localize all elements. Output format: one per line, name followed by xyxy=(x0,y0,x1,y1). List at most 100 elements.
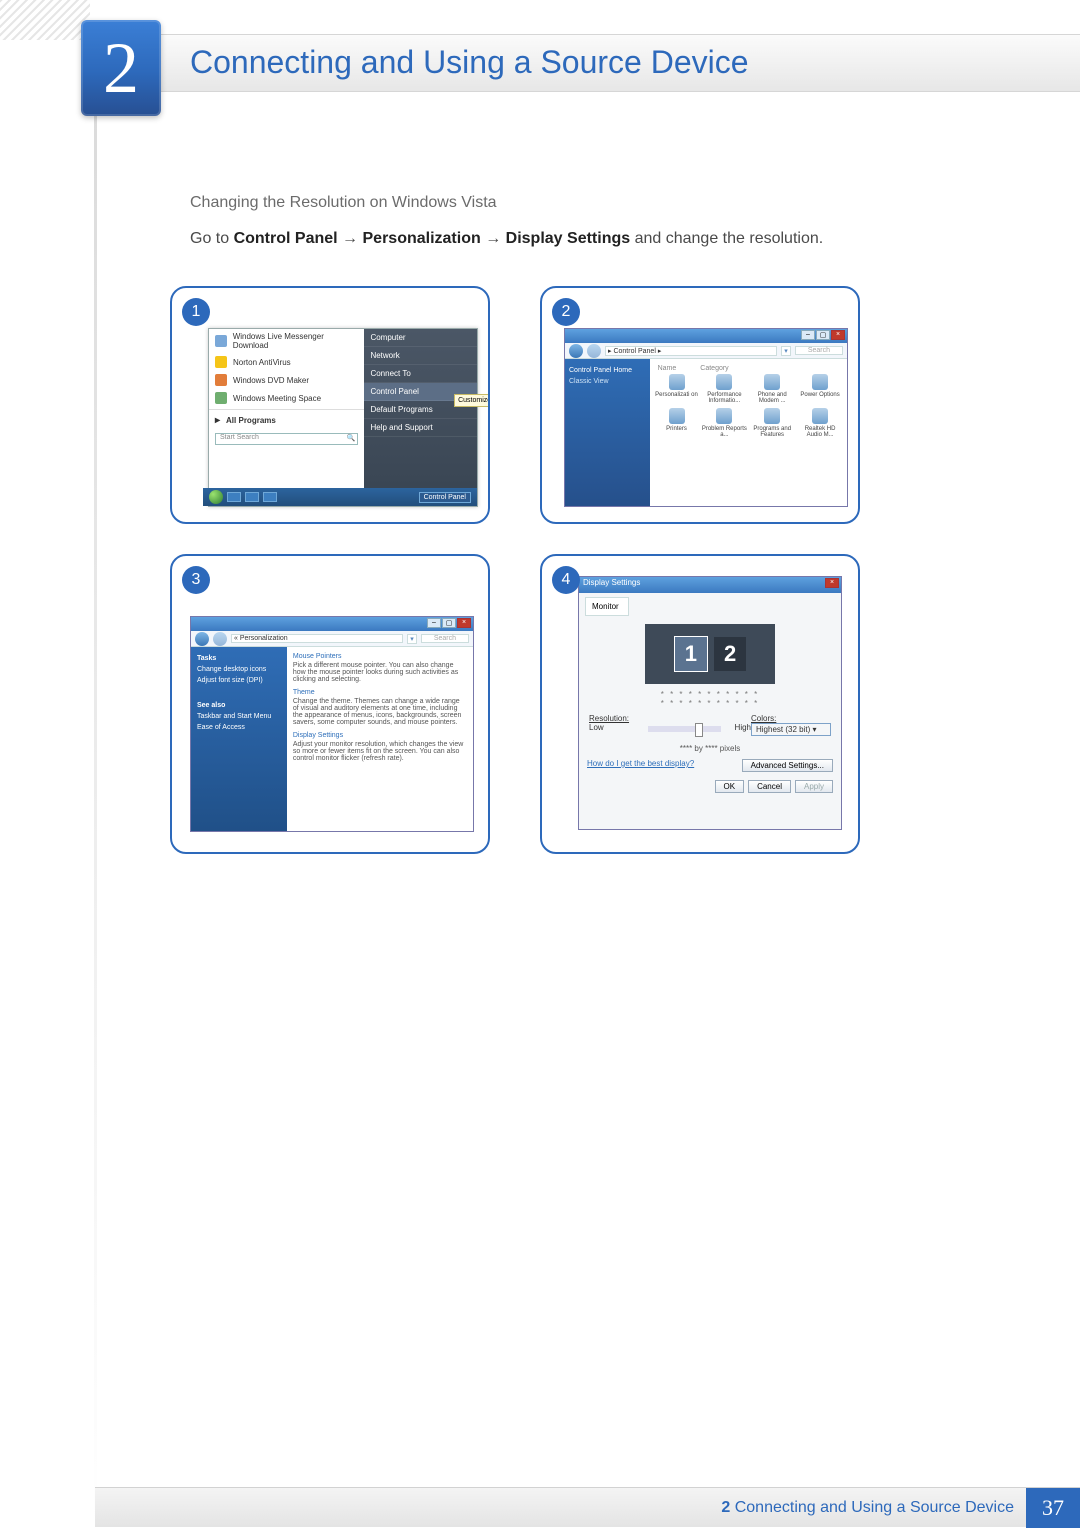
minimize-icon: – xyxy=(427,618,441,628)
app-icon xyxy=(215,356,227,368)
sidebar-heading: See also xyxy=(197,700,281,711)
body-text: Changing the Resolution on Windows Vista… xyxy=(190,190,960,251)
step-3-tile: 3 –▢× « Personalization ▾ Search Tasks C… xyxy=(170,554,490,854)
all-programs: ▸All Programs xyxy=(209,412,364,429)
step-2-tile: 2 –▢× ▸ Control Panel ▸ ▾ Search Control… xyxy=(540,286,860,524)
window-titlebar: –▢× xyxy=(565,329,847,343)
instruction-line: Go to Control Panel → Personalization → … xyxy=(190,226,960,252)
list-item: Windows Live Messenger Download xyxy=(209,329,364,353)
apply-button: Apply xyxy=(795,780,833,793)
page-footer: 2 Connecting and Using a Source Device 3… xyxy=(95,1487,1080,1527)
arrow: → xyxy=(342,230,362,247)
list-item: Windows Meeting Space xyxy=(209,389,364,407)
label: Windows Meeting Space xyxy=(233,394,321,403)
description: Adjust your monitor resolution, which ch… xyxy=(293,741,467,766)
taskbar-icon xyxy=(227,492,241,502)
help-link: How do I get the best display? xyxy=(587,759,738,772)
cp-icon: Programs and Features xyxy=(749,408,795,438)
address-bar: « Personalization ▾ Search xyxy=(191,631,473,647)
cp-icon: Performance Informatio... xyxy=(701,374,747,404)
masked-text: * * * * * * * * * * * xyxy=(579,699,841,708)
colors-label: Colors: xyxy=(751,714,831,723)
maximize-icon: ▢ xyxy=(442,618,456,628)
bold-display-settings: Display Settings xyxy=(506,230,630,247)
personalization-main: Mouse Pointers Pick a different mouse po… xyxy=(287,647,473,831)
description: Pick a different mouse pointer. You can … xyxy=(293,662,467,687)
sidebar-item: Taskbar and Start Menu xyxy=(197,711,281,722)
back-icon xyxy=(195,632,209,646)
window-controls: –▢× xyxy=(427,618,471,628)
cancel-button: Cancel xyxy=(748,780,791,793)
chapter-number: 2 xyxy=(103,27,139,110)
placeholder: Start Search xyxy=(220,434,259,441)
page-number: 37 xyxy=(1026,1488,1080,1528)
taskbar-icon xyxy=(263,492,277,502)
footer-chapter-title: Connecting and Using a Source Device xyxy=(735,1499,1014,1516)
resolution-slider xyxy=(648,726,721,732)
forward-icon xyxy=(213,632,227,646)
sidebar-item: Ease of Access xyxy=(197,722,281,733)
sidebar: Control Panel Home Classic View xyxy=(565,359,650,506)
sidebar-item: Classic View xyxy=(569,376,646,387)
start-menu-right: Computer Network Connect To Control Pane… xyxy=(364,329,477,488)
window-title: Display Settings xyxy=(583,578,640,587)
close-icon: × xyxy=(825,578,839,588)
sidebar-item: Control Panel Home xyxy=(569,365,646,376)
chapter-title: Connecting and Using a Source Device xyxy=(190,44,749,81)
app-icon xyxy=(215,392,227,404)
list-item: Help and Support xyxy=(364,419,477,437)
search-box: Search xyxy=(421,634,469,643)
list-item: Network xyxy=(364,347,477,365)
cp-icon: Problem Reports a... xyxy=(701,408,747,438)
tab-monitor: Monitor xyxy=(585,597,629,616)
cp-icon: Phone and Modem ... xyxy=(749,374,795,404)
cp-icon: Printers xyxy=(654,408,700,438)
monitor-1: 1 xyxy=(674,636,708,672)
step-4-tile: 4 Display Settings × Monitor 1 2 * * * *… xyxy=(540,554,860,854)
cp-icon: Personalizati on xyxy=(654,374,700,404)
label: All Programs xyxy=(226,416,276,425)
window-titlebar: Display Settings × xyxy=(579,577,841,593)
close-icon: × xyxy=(831,330,845,340)
left-rule xyxy=(94,34,97,1527)
step-1-tile: 1 Windows Live Messenger Download Norton… xyxy=(170,286,490,524)
col-header: Name xyxy=(658,365,677,372)
pixels-info: **** by **** pixels xyxy=(579,742,841,755)
close-icon: × xyxy=(457,618,471,628)
label: Norton AntiVirus xyxy=(233,358,291,367)
window-controls: × xyxy=(825,578,839,588)
section-subhead: Changing the Resolution on Windows Vista xyxy=(190,190,960,216)
cp-icon: Realtek HD Audio M... xyxy=(797,408,843,438)
window-controls: –▢× xyxy=(801,330,845,340)
taskbar-button: Control Panel xyxy=(419,492,471,503)
label: Windows Live Messenger Download xyxy=(233,332,359,350)
taskbar: Control Panel xyxy=(203,488,477,506)
link-heading: Theme xyxy=(293,687,467,698)
breadcrumb: « Personalization xyxy=(231,634,403,643)
back-icon xyxy=(569,344,583,358)
sidebar-item: Adjust font size (DPI) xyxy=(197,675,281,686)
app-icon xyxy=(215,374,227,386)
icon-grid: Personalizati on Performance Informatio.… xyxy=(654,374,843,438)
maximize-icon: ▢ xyxy=(816,330,830,340)
step-badge-4: 4 xyxy=(552,566,580,594)
masked-text: * * * * * * * * * * * xyxy=(579,690,841,699)
address-bar: ▸ Control Panel ▸ ▾ Search xyxy=(565,343,847,359)
list-item: Norton AntiVirus xyxy=(209,353,364,371)
footer-text: 2 Connecting and Using a Source Device xyxy=(721,1499,1026,1517)
display-settings-window: Display Settings × Monitor 1 2 * * * * *… xyxy=(578,576,842,830)
breadcrumb: ▸ Control Panel ▸ xyxy=(605,346,777,356)
cp-icon: Power Options xyxy=(797,374,843,404)
col-header: Category xyxy=(700,365,728,372)
start-search: Start Search🔍 xyxy=(215,433,358,445)
bold-personalization: Personalization xyxy=(363,230,481,247)
monitor-preview: 1 2 xyxy=(645,624,775,684)
step-badge-2: 2 xyxy=(552,298,580,326)
step-badge-3: 3 xyxy=(182,566,210,594)
control-panel-window: –▢× ▸ Control Panel ▸ ▾ Search Control P… xyxy=(564,328,848,507)
decorative-hatch xyxy=(0,0,90,40)
description: Change the theme. Themes can change a wi… xyxy=(293,698,467,730)
start-menu-left: Windows Live Messenger Download Norton A… xyxy=(209,329,364,488)
sidebar-heading: Tasks xyxy=(197,653,281,664)
arrow: → xyxy=(485,230,505,247)
